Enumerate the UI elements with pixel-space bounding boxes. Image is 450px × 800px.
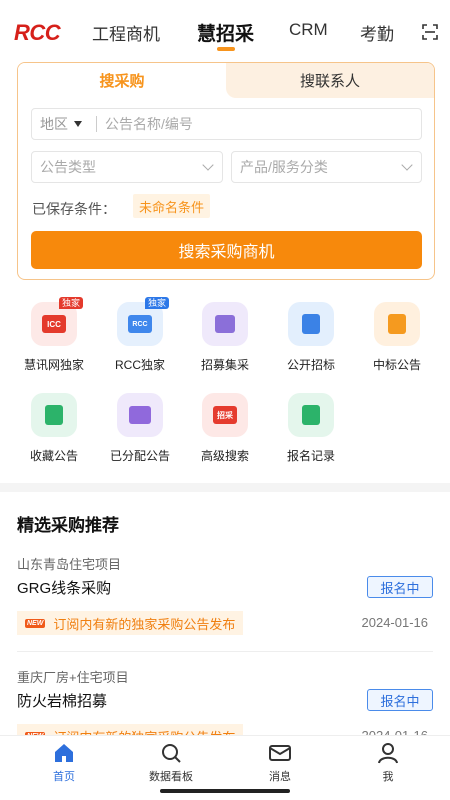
scan-icon[interactable] [422,24,438,40]
saved-condition-chip[interactable]: 未命名条件 [133,194,211,218]
top-nav: RCC 工程商机 慧招采 CRM 考勤 [0,0,450,58]
grid-item-favorite-notice[interactable]: 收藏公告 [11,393,97,464]
notice-type-select[interactable]: 公告类型 [31,151,223,183]
project-name[interactable]: GRG线条采购 [17,577,111,598]
favorite-notice-icon [31,393,77,437]
award-notice-icon [374,302,420,346]
active-tab-indicator [216,47,235,51]
grid-item-assigned-notice[interactable]: 已分配公告 [97,393,183,464]
category-select[interactable]: 产品/服务分类 [231,151,422,183]
grid-item-label: RCC独家 [115,358,165,372]
tab-engineering-opportunities[interactable]: 工程商机 [92,20,160,45]
chevron-down-icon [202,159,214,171]
region-select-label[interactable]: 地区 [40,114,68,134]
grid-item-recruit-procurement[interactable]: 招募集采 [182,302,268,373]
user-icon [378,743,398,764]
public-tender-icon [288,302,334,346]
grid-item-label: 收藏公告 [29,449,78,463]
grid-item-rcc-exclusive[interactable]: RCC 独家 RCC独家 [97,297,183,373]
exclusive-badge: 独家 [144,297,169,309]
section-divider [0,483,450,492]
keyword-input[interactable]: 公告名称/编号 [105,114,193,134]
registration-status-badge[interactable]: 报名中 [367,689,433,711]
exclusive-badge: 独家 [58,297,83,309]
keyword-search-field[interactable]: 地区 公告名称/编号 [31,108,422,140]
registration-record-icon [288,393,334,437]
advanced-search-icon: 招采 [202,393,248,437]
recommend-section-title: 精选采购推荐 [17,511,119,538]
category-placeholder: 产品/服务分类 [240,159,328,175]
search-procurement-button[interactable]: 搜索采购商机 [31,231,422,269]
row-divider [17,651,433,652]
bottom-nav-label: 数据看板 [149,771,193,783]
rcc-exclusive-icon: RCC 独家 [117,297,169,346]
project-name[interactable]: 防火岩棉招募 [17,690,107,711]
caret-down-icon [74,121,82,127]
bottom-nav-me[interactable]: 我 [348,742,428,784]
procurement-search-card: 搜采购 搜联系人 地区 公告名称/编号 公告类型 产品/服务分类 已保存条件： … [17,62,435,280]
bottom-nav-label: 我 [382,771,394,783]
tab-crm[interactable]: CRM [289,20,328,40]
advanced-search-icon-text: 招采 [213,406,237,424]
grid-item-award-notice[interactable]: 中标公告 [354,302,440,373]
search-icon [162,744,181,763]
notice-date: 2024-01-16 [361,615,429,630]
assigned-notice-icon [117,393,163,437]
tab-label: 慧招采 [197,24,255,45]
bottom-nav-messages[interactable]: 消息 [240,742,320,784]
rcc-logo[interactable]: RCC [14,20,61,46]
notice-type-placeholder: 公告类型 [40,159,96,175]
saved-conditions-label: 已保存条件： [32,201,116,217]
icc-exclusive-icon: ICC 独家 [31,297,83,346]
home-icon [55,744,73,762]
mail-icon [269,745,291,761]
bottom-nav-dashboard[interactable]: 数据看板 [131,742,211,784]
tab-attendance[interactable]: 考勤 [360,20,394,45]
grid-item-label: 招募集采 [200,358,249,372]
tab-search-contacts[interactable]: 搜联系人 [226,63,434,98]
home-indicator [160,789,290,793]
tab-smart-procurement[interactable]: 慧招采 [197,19,255,51]
bottom-nav-home[interactable]: 首页 [24,742,104,784]
registration-status-badge[interactable]: 报名中 [367,576,433,598]
section-title-text: 精选采购推荐 [17,516,119,535]
notice-text: 订阅内有新的独家采购公告发布 [53,616,236,632]
tab-search-procurement[interactable]: 搜采购 [18,63,226,98]
grid-item-advanced-search[interactable]: 招采 高级搜索 [182,393,268,464]
grid-item-icc-exclusive[interactable]: ICC 独家 慧讯网独家 [11,297,97,373]
search-mode-tabs: 搜采购 搜联系人 [18,63,434,98]
project-region: 重庆厂房+住宅项目 [17,670,129,685]
grid-item-registration-record[interactable]: 报名记录 [268,393,354,464]
subscription-notice[interactable]: NEW 订阅内有新的独家采购公告发布 [17,611,244,635]
chevron-down-icon [401,159,413,171]
grid-item-label: 慧讯网独家 [23,358,84,372]
bottom-nav-label: 消息 [269,771,291,783]
new-tag: NEW [25,618,46,628]
field-separator [96,116,97,132]
grid-item-label: 公开招标 [286,358,335,372]
recruit-procurement-icon [202,302,248,346]
grid-item-label: 高级搜索 [200,449,249,463]
project-region: 山东青岛住宅项目 [17,557,122,572]
grid-item-public-tender[interactable]: 公开招标 [268,302,354,373]
grid-item-label: 中标公告 [372,358,421,372]
grid-item-label: 已分配公告 [109,449,170,463]
grid-item-label: 报名记录 [286,449,335,463]
bottom-nav-label: 首页 [53,771,75,783]
